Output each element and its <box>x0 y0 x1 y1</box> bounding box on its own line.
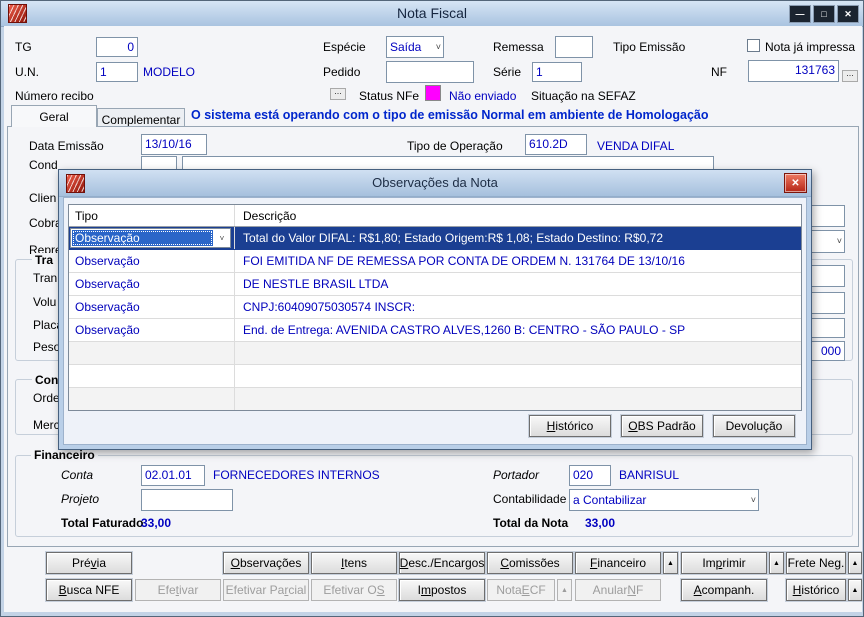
frete-neg-up-icon[interactable]: ▲ <box>848 552 862 574</box>
tg-field[interactable]: 0 <box>96 37 138 57</box>
tab-complementar[interactable]: Complementar <box>97 108 185 127</box>
especie-select[interactable]: Saída ˅ <box>386 36 444 58</box>
efetivar-button[interactable]: Efe t ivar <box>135 579 221 601</box>
table-row-selected[interactable]: Observação ˅ Total do Valor DIFAL: R$1,8… <box>69 227 801 250</box>
tipo-emissao-label: Tipo Emissão <box>613 40 686 54</box>
observacoes-button[interactable]: Observações <box>223 552 309 574</box>
especie-value: Saída <box>390 39 422 54</box>
table-row-empty[interactable] <box>69 342 801 365</box>
numero-recibo-label: Número recibo <box>15 89 94 103</box>
modal-titlebar: Observações da Nota ✕ <box>59 170 811 197</box>
descricao-cell: CNPJ:60409075030574 INSCR: <box>243 300 416 314</box>
tipo-cell: Observação <box>69 273 235 295</box>
financeiro-up-icon[interactable]: ▲ <box>663 552 678 574</box>
impostos-button[interactable]: Im postos <box>399 579 485 601</box>
nota-fiscal-window: Nota Fiscal — □ ✕ TG 0 Espécie Saída ˅ R… <box>0 0 864 617</box>
tipo-cell: Observação <box>69 296 235 318</box>
remessa-label: Remessa <box>493 40 544 54</box>
previa-button[interactable]: Pré v ia <box>46 552 132 574</box>
tipo-select-value: Observação <box>72 230 213 246</box>
nf-label: NF <box>711 65 727 79</box>
nota-ecf-button[interactable]: Nota E CF <box>487 579 555 601</box>
historico-bottom-button[interactable]: Histórico <box>786 579 846 601</box>
imprimir-button[interactable]: Im p rimir <box>681 552 767 574</box>
status-nfe-label: Status NFe <box>359 89 420 103</box>
itens-button[interactable]: Itens <box>311 552 397 574</box>
imprimir-up-icon[interactable]: ▲ <box>769 552 784 574</box>
nf-more-button[interactable]: ... <box>842 69 858 82</box>
especie-label: Espécie <box>323 40 366 54</box>
table-row-empty[interactable] <box>69 365 801 388</box>
tipo-select[interactable]: Observação ˅ <box>70 228 231 248</box>
nota-ja-impressa-label: Nota já impressa <box>765 40 856 54</box>
desc-encargos-button[interactable]: Desc./Encargos <box>399 552 485 574</box>
modal-close-icon[interactable]: ✕ <box>784 173 807 193</box>
acompanh-button[interactable]: Acompanh. <box>681 579 767 601</box>
col-header-descricao[interactable]: Descrição <box>235 205 801 226</box>
financeiro-button[interactable]: Financeiro <box>575 552 661 574</box>
maximize-icon[interactable]: □ <box>813 5 835 23</box>
un-label: U.N. <box>15 65 39 79</box>
tipo-cell: Observação <box>69 319 235 341</box>
ambiente-message: O sistema está operando com o tipo de em… <box>191 108 709 122</box>
nota-ecf-up-icon[interactable]: ▲ <box>557 579 572 601</box>
table-row[interactable]: Observação End. de Entrega: AVENIDA CAST… <box>69 319 801 342</box>
window-title: Nota Fiscal <box>396 5 468 21</box>
modal-historico-button[interactable]: Histórico <box>529 415 611 437</box>
table-row[interactable]: Observação FOI EMITIDA NF DE REMESSA POR… <box>69 250 801 273</box>
efetivar-parcial-button[interactable]: Efetivar Pa r cial <box>223 579 309 601</box>
descricao-cell: DE NESTLE BRASIL LTDA <box>243 277 389 291</box>
table-row[interactable]: Observação CNPJ:60409075030574 INSCR: <box>69 296 801 319</box>
tipo-cell: Observação <box>69 250 235 272</box>
busca-nfe-button[interactable]: Busca NFE <box>46 579 132 601</box>
nota-ja-impressa-checkbox[interactable] <box>747 39 760 52</box>
frete-neg-button[interactable]: Frete Neg. <box>786 552 846 574</box>
comissoes-button[interactable]: Comissões <box>487 552 573 574</box>
tab-geral[interactable]: Geral <box>11 105 97 127</box>
efetivar-os-button[interactable]: Efetivar OS <box>311 579 397 601</box>
status-nfe-value: Não enviado <box>449 89 517 103</box>
un-field[interactable]: 1 <box>96 62 138 82</box>
modal-title: Observações da Nota <box>372 175 498 190</box>
chevron-down-icon: ˅ <box>435 41 441 52</box>
remessa-field[interactable] <box>555 36 593 58</box>
window-titlebar: Nota Fiscal — □ ✕ <box>1 1 863 27</box>
close-icon[interactable]: ✕ <box>837 5 859 23</box>
minimize-icon[interactable]: — <box>789 5 811 23</box>
tg-label: TG <box>15 40 32 54</box>
descricao-cell: FOI EMITIDA NF DE REMESSA POR CONTA DE O… <box>243 254 685 268</box>
nf-field[interactable]: 131763 <box>748 60 839 82</box>
status-nfe-more-button[interactable]: ... <box>330 87 346 100</box>
serie-field[interactable]: 1 <box>532 62 582 82</box>
chevron-down-icon: ˅ <box>219 233 225 243</box>
modal-devolucao-button[interactable]: Devolução <box>713 415 795 437</box>
descricao-cell: End. de Entrega: AVENIDA CASTRO ALVES,12… <box>243 323 686 337</box>
descricao-cell: Total do Valor DIFAL: R$1,80; Estado Ori… <box>243 231 664 245</box>
pedido-field[interactable] <box>386 61 474 83</box>
un-desc: MODELO <box>143 65 196 79</box>
table-row-empty[interactable] <box>69 388 801 410</box>
historico-up-icon[interactable]: ▲ <box>848 579 862 601</box>
col-header-tipo[interactable]: Tipo <box>69 205 235 226</box>
pedido-label: Pedido <box>323 65 361 79</box>
modal-obs-padrao-button[interactable]: O BS Padrão <box>621 415 703 437</box>
table-row[interactable]: Observação DE NESTLE BRASIL LTDA <box>69 273 801 296</box>
serie-label: Série <box>493 65 522 79</box>
observacoes-modal: Observações da Nota ✕ Tipo Descrição Obs… <box>58 169 812 450</box>
status-nfe-color-swatch <box>425 85 441 101</box>
observacoes-table: Tipo Descrição Observação ˅ Total do Val… <box>68 204 802 411</box>
situacao-sefaz-label: Situação na SEFAZ <box>531 89 636 103</box>
modal-body: Tipo Descrição Observação ˅ Total do Val… <box>63 197 807 445</box>
anular-nf-button[interactable]: Anular NF <box>575 579 661 601</box>
table-header-row: Tipo Descrição <box>69 205 801 227</box>
